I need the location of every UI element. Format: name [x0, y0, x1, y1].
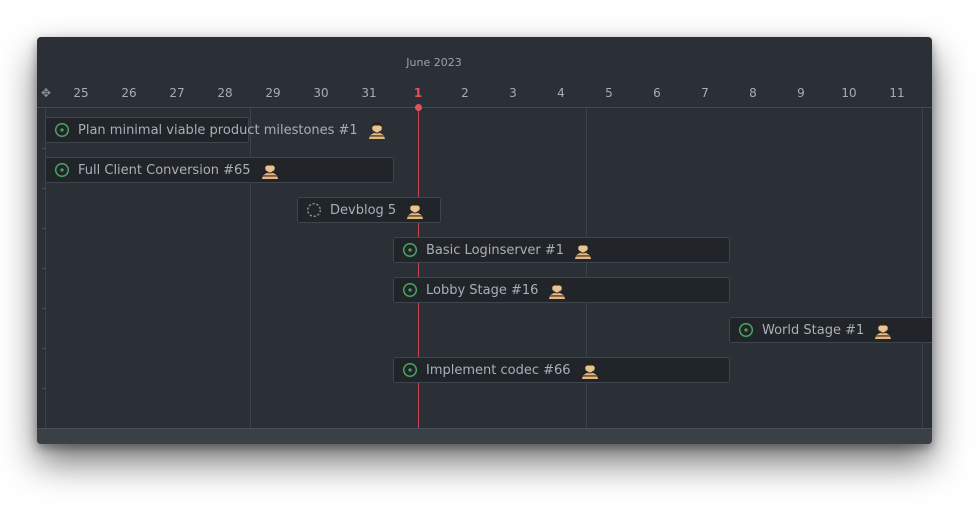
open-issue-icon — [402, 282, 418, 298]
open-issue-icon — [738, 322, 754, 338]
assignee-avatar[interactable] — [573, 240, 593, 260]
day-label: 26 — [121, 86, 137, 100]
header-divider — [37, 107, 932, 108]
open-issue-icon — [402, 362, 418, 378]
row-divider — [42, 148, 45, 149]
today-label: 1 — [413, 86, 423, 100]
assignee-avatar[interactable] — [580, 360, 600, 380]
day-label: 25 — [73, 86, 89, 100]
grid-edge — [45, 108, 46, 428]
task-title: Devblog 5 — [330, 202, 397, 218]
task-bar[interactable]: Implement codec #66 — [393, 357, 730, 383]
assignee-avatar[interactable] — [547, 280, 567, 300]
drag-handle-icon[interactable]: ✥ — [38, 85, 54, 101]
task-bar[interactable]: Devblog 5 — [297, 197, 441, 223]
assignee-avatar[interactable] — [367, 120, 387, 140]
task-bar[interactable]: Plan minimal viable product milestones #… — [45, 117, 385, 143]
day-label: 11 — [889, 86, 905, 100]
row-divider — [42, 348, 45, 349]
row-divider — [42, 308, 45, 309]
timeline-header: ✥ June 2023 25 26 27 28 29 30 31 1 2 3 4… — [37, 37, 932, 107]
month-label: June 2023 — [406, 56, 462, 69]
day-label: 5 — [605, 86, 613, 100]
task-bar[interactable]: Lobby Stage #16 — [393, 277, 730, 303]
open-issue-icon — [402, 242, 418, 258]
assignee-avatar[interactable] — [873, 320, 893, 340]
day-label: 30 — [313, 86, 329, 100]
row-divider — [42, 268, 45, 269]
day-label: 10 — [841, 86, 857, 100]
task-bar[interactable]: World Stage #1 — [729, 317, 932, 343]
task-title: Basic Loginserver #1 — [426, 242, 565, 258]
day-label: 6 — [653, 86, 661, 100]
row-divider — [42, 388, 45, 389]
week-grid-line — [250, 108, 251, 428]
assignee-avatar[interactable] — [260, 160, 280, 180]
task-bar[interactable]: Full Client Conversion #65 — [45, 157, 394, 183]
day-label: 9 — [797, 86, 805, 100]
day-label: 3 — [509, 86, 517, 100]
task-title: World Stage #1 — [762, 322, 865, 338]
gantt-chart: ✥ June 2023 25 26 27 28 29 30 31 1 2 3 4… — [37, 37, 932, 444]
task-title: Implement codec #66 — [426, 362, 571, 378]
today-marker-dot — [415, 104, 422, 111]
open-issue-icon — [54, 122, 70, 138]
day-label: 2 — [461, 86, 469, 100]
task-bar[interactable]: Basic Loginserver #1 — [393, 237, 730, 263]
task-title: Full Client Conversion #65 — [78, 162, 251, 178]
day-label: 28 — [217, 86, 233, 100]
day-label: 29 — [265, 86, 281, 100]
day-label: 8 — [749, 86, 757, 100]
day-label: 7 — [701, 86, 709, 100]
open-issue-icon — [54, 162, 70, 178]
row-divider — [42, 228, 45, 229]
draft-issue-icon — [306, 202, 322, 218]
task-title: Lobby Stage #16 — [426, 282, 539, 298]
horizontal-scrollbar[interactable] — [37, 428, 932, 444]
day-label: 31 — [361, 86, 377, 100]
week-grid-line — [922, 108, 923, 428]
day-label: 4 — [557, 86, 565, 100]
day-label: 27 — [169, 86, 185, 100]
row-divider — [42, 188, 45, 189]
assignee-avatar[interactable] — [405, 200, 425, 220]
task-title: Plan minimal viable product milestones #… — [78, 122, 358, 138]
